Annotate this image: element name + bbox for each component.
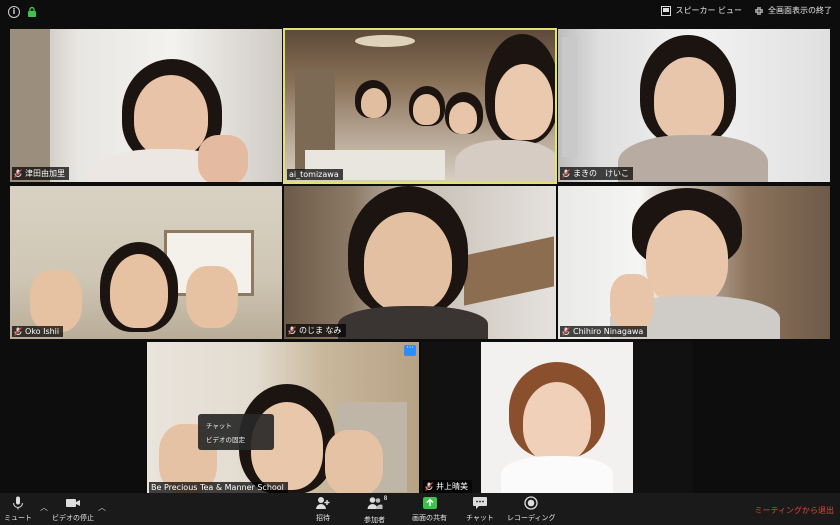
top-bar: i スピーカー ビュー 全画面表示の終了 — [0, 0, 840, 26]
video-tile-be-precious[interactable]: ··· Be Precious Tea & Manner School — [147, 342, 419, 495]
record-label: レコーディング — [507, 514, 556, 522]
microphone-icon — [13, 496, 23, 510]
participant-name: ai_tomizawa — [289, 170, 339, 179]
muted-mic-icon — [562, 169, 570, 178]
participant-name: 津田由加里 — [25, 169, 65, 178]
participant-name: Oko Ishii — [25, 327, 60, 336]
video-tile-tsuda[interactable]: 津田由加里 — [10, 29, 282, 182]
exit-fullscreen-button[interactable]: 全画面表示の終了 — [754, 5, 832, 16]
share-screen-icon — [422, 497, 437, 509]
muted-mic-icon — [425, 482, 433, 491]
video-tile-chihiro[interactable]: Chihiro Ninagawa — [558, 186, 830, 339]
video-tile-ai-tomizawa[interactable]: ai_tomizawa — [283, 28, 557, 184]
meeting-toolbar: ミュート ︿ ビデオの停止 ︿ 招待 8 参加者 画面の共有 チャット レコーデ… — [0, 493, 840, 525]
menu-item-chat[interactable]: チャット — [198, 418, 274, 432]
info-icon[interactable]: i — [8, 6, 20, 18]
mute-label: ミュート — [4, 514, 32, 522]
top-right-controls: スピーカー ビュー 全画面表示の終了 — [661, 5, 832, 16]
video-tile-nojima[interactable]: のじま なみ — [284, 186, 556, 339]
leave-meeting-button[interactable]: ミーティングから退出 — [754, 505, 834, 516]
video-tile-oko-ishii[interactable]: Oko Ishii — [10, 186, 282, 339]
speaker-view-button[interactable]: スピーカー ビュー — [661, 5, 742, 16]
lock-icon[interactable] — [26, 6, 38, 18]
name-tag: Be Precious Tea & Manner School — [149, 482, 288, 493]
audio-options-caret-icon[interactable]: ︿ — [40, 502, 48, 513]
chat-bubble-icon — [472, 497, 487, 509]
chat-button[interactable]: チャット — [466, 496, 494, 523]
ceiling-light — [355, 35, 415, 47]
share-screen-label: 画面の共有 — [412, 514, 447, 522]
speaker-view-label: スピーカー ビュー — [675, 6, 742, 15]
record-icon — [524, 496, 538, 510]
name-tag: のじま なみ — [286, 324, 346, 337]
participants-icon — [367, 497, 382, 509]
participant-name: 井上晴美 — [436, 482, 468, 491]
name-tag: Chihiro Ninagawa — [560, 326, 648, 337]
participant-name: Chihiro Ninagawa — [573, 327, 644, 336]
window-frame — [562, 37, 578, 157]
participants-label: 参加者 — [364, 516, 385, 524]
speaker-view-icon — [661, 5, 672, 16]
window-shoji — [10, 29, 50, 182]
participant-name: Be Precious Tea & Manner School — [151, 483, 284, 492]
video-options-caret-icon[interactable]: ︿ — [98, 502, 106, 513]
invite-label: 招待 — [316, 514, 330, 522]
name-tag: 津田由加里 — [12, 167, 69, 180]
share-screen-button[interactable]: 画面の共有 — [412, 496, 447, 523]
muted-mic-icon — [562, 327, 570, 336]
stop-video-label: ビデオの停止 — [52, 514, 94, 522]
video-tile-inoue[interactable]: 井上晴美 — [421, 342, 693, 495]
participant-name: のじま なみ — [299, 326, 342, 335]
participant-name: まきの けいこ — [573, 169, 629, 178]
muted-mic-icon — [14, 169, 22, 178]
participants-count: 8 — [383, 495, 388, 502]
invite-button[interactable]: 招待 — [315, 496, 331, 523]
exit-fullscreen-label: 全画面表示の終了 — [768, 6, 832, 15]
more-options-button[interactable]: ··· — [404, 344, 416, 356]
exit-fullscreen-icon — [755, 6, 763, 15]
add-user-icon — [316, 497, 330, 509]
menu-item-pin-video[interactable]: ビデオの固定 — [198, 432, 274, 446]
name-tag: ai_tomizawa — [287, 169, 343, 180]
record-button[interactable]: レコーディング — [507, 496, 556, 523]
shelf — [464, 236, 554, 306]
muted-mic-icon — [14, 327, 22, 336]
mute-button[interactable]: ミュート — [4, 496, 32, 523]
name-tag: Oko Ishii — [12, 326, 64, 337]
video-tile-makino[interactable]: まきの けいこ — [558, 29, 830, 182]
muted-mic-icon — [288, 326, 296, 335]
chat-label: チャット — [466, 514, 494, 522]
stop-video-button[interactable]: ビデオの停止 — [52, 496, 94, 523]
participants-button[interactable]: 8 参加者 — [364, 495, 388, 525]
name-tag: まきの けいこ — [560, 167, 633, 180]
video-camera-icon — [66, 499, 80, 507]
name-tag: 井上晴美 — [423, 480, 472, 493]
tile-context-menu: チャット ビデオの固定 — [198, 414, 274, 450]
top-left-icons: i — [8, 6, 38, 18]
